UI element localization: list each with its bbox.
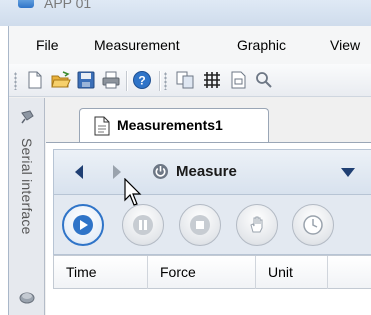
- measure-header: Measure: [53, 149, 371, 195]
- toolbar-grip[interactable]: [164, 72, 167, 90]
- serial-interface-tab[interactable]: Serial interface: [15, 138, 35, 278]
- toolbar-separator: [159, 71, 160, 91]
- app-window: File Measurement Graphic View ? Serial i…: [8, 26, 371, 315]
- title-bar: APP 01: [0, 0, 371, 26]
- pause-button[interactable]: [122, 204, 164, 246]
- toolbar-grip[interactable]: [14, 72, 17, 90]
- window-title: APP 01: [44, 0, 92, 11]
- menu-file[interactable]: File: [36, 37, 59, 53]
- previous-arrow-icon[interactable]: [72, 162, 86, 182]
- new-document-icon[interactable]: [25, 70, 45, 90]
- clock-icon: [303, 215, 323, 235]
- toolbar-separator: [126, 71, 127, 91]
- pin-icon[interactable]: [18, 108, 36, 126]
- toolbar: ?: [9, 64, 371, 97]
- column-header-time[interactable]: Time: [54, 256, 148, 289]
- column-header-force[interactable]: Force: [148, 256, 256, 289]
- timer-button[interactable]: [292, 204, 334, 246]
- side-panel: Serial interface: [9, 98, 45, 315]
- chevron-down-icon[interactable]: [340, 166, 356, 178]
- tab-measurements1[interactable]: Measurements1: [79, 108, 269, 142]
- control-buttons: [53, 195, 371, 255]
- hand-icon: [250, 216, 263, 233]
- app-icon: [18, 0, 34, 8]
- pause-icon: [133, 215, 153, 235]
- menu-graphic[interactable]: Graphic: [237, 37, 286, 53]
- help-icon[interactable]: ?: [132, 70, 152, 90]
- menu-measurement[interactable]: Measurement: [94, 37, 180, 53]
- stop-button[interactable]: [179, 204, 221, 246]
- menu-bar: File Measurement Graphic View: [9, 26, 371, 64]
- svg-text:?: ?: [138, 74, 145, 88]
- device-icon[interactable]: [18, 288, 36, 306]
- mouse-cursor-icon: [124, 178, 142, 206]
- print-icon[interactable]: [101, 70, 121, 90]
- document-icon: [94, 116, 110, 136]
- menu-view[interactable]: View: [330, 37, 360, 53]
- table-header: Time Force Unit: [53, 255, 371, 289]
- play-button[interactable]: [62, 204, 104, 246]
- power-icon: [153, 164, 168, 179]
- save-icon[interactable]: [76, 70, 96, 90]
- tab-label: Measurements1: [117, 117, 223, 133]
- measurement-pane: Measure Time Force Unit: [46, 142, 371, 315]
- measure-title: Measure: [176, 163, 237, 180]
- grid-icon[interactable]: [202, 70, 222, 90]
- stop-icon: [190, 215, 210, 235]
- next-arrow-icon[interactable]: [110, 162, 124, 182]
- page-icon[interactable]: [228, 70, 248, 90]
- copy-icon[interactable]: [175, 70, 195, 90]
- play-icon: [73, 215, 93, 235]
- column-header-unit[interactable]: Unit: [256, 256, 328, 289]
- manual-button[interactable]: [236, 204, 278, 246]
- open-folder-icon[interactable]: [51, 70, 71, 90]
- search-icon[interactable]: [254, 70, 274, 90]
